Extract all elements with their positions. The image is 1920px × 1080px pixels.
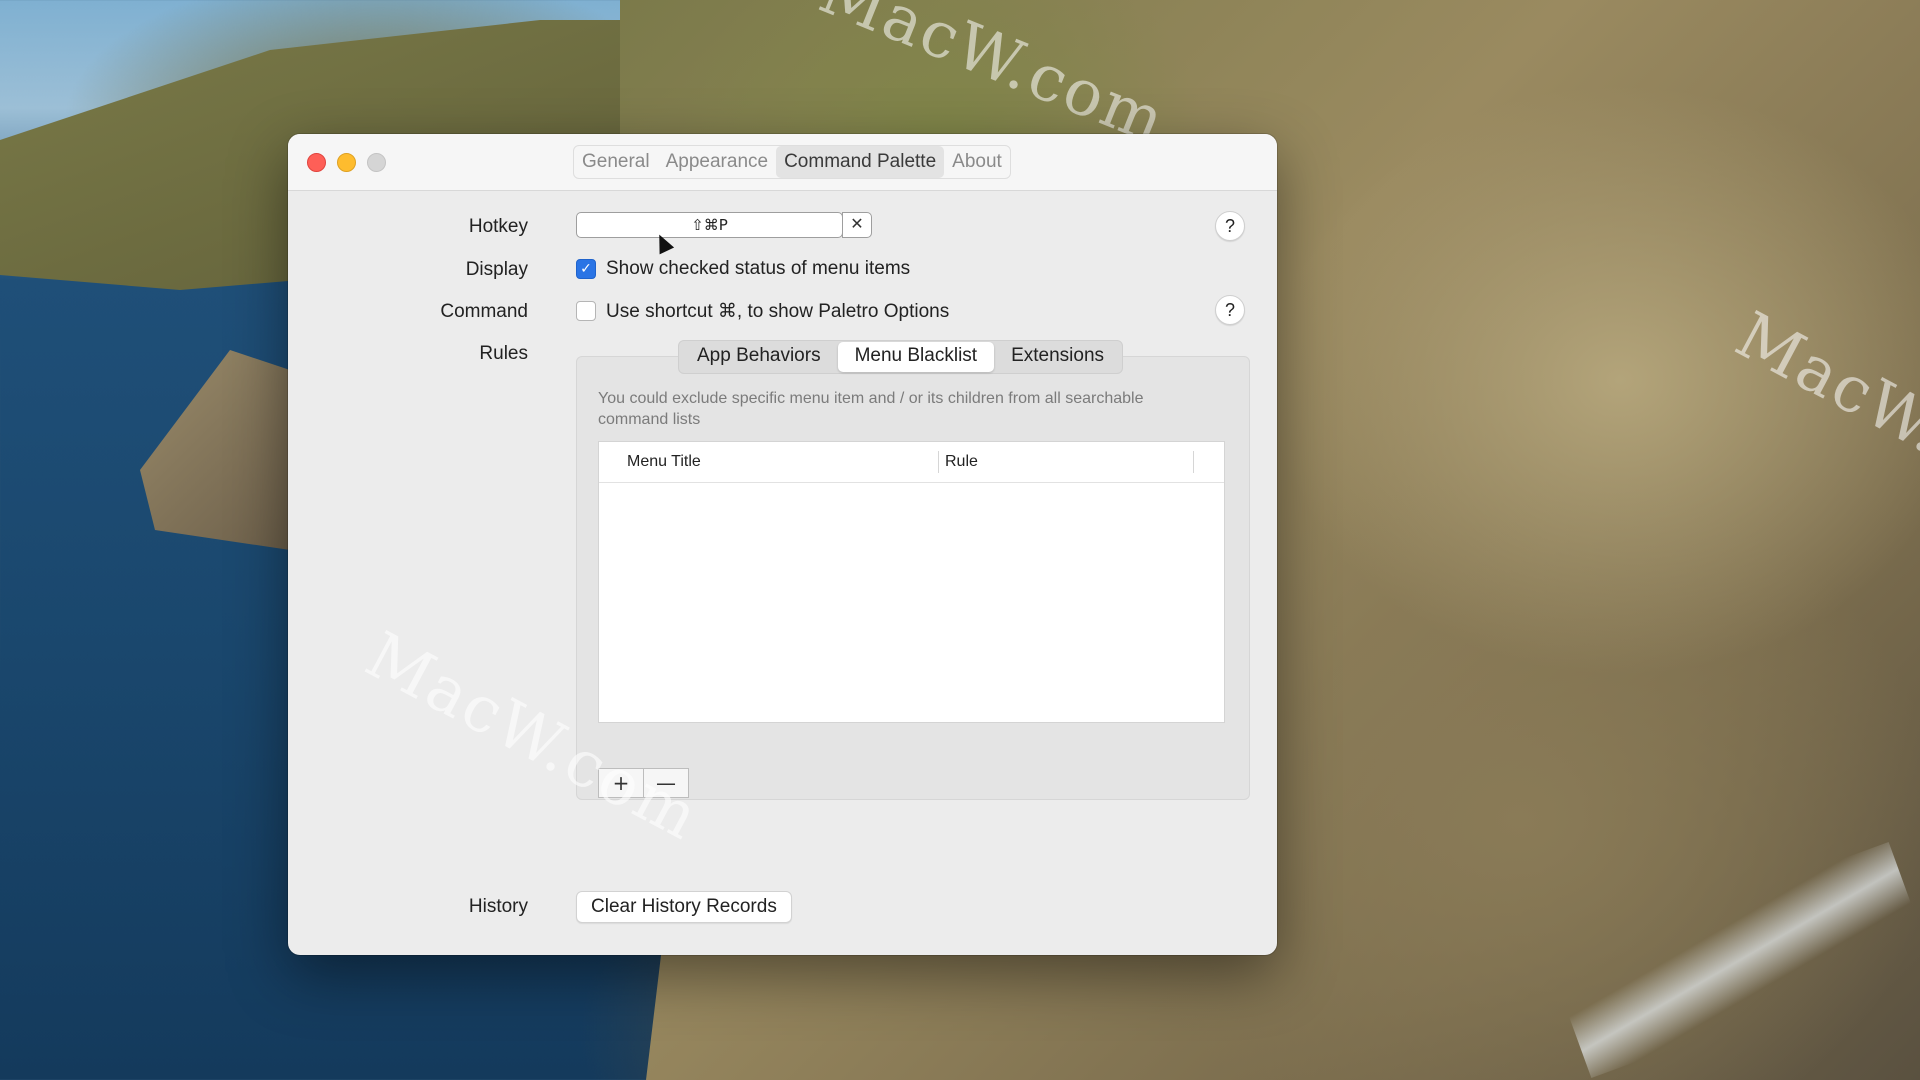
remove-rule-button[interactable]: —	[643, 768, 689, 798]
show-checked-status-checkbox[interactable]: ✓	[576, 259, 596, 279]
close-window-button[interactable]	[307, 153, 326, 172]
preferences-tab-bar: General Appearance Command Palette About	[573, 145, 1011, 179]
minimize-window-button[interactable]	[337, 153, 356, 172]
command-label: Command	[440, 301, 528, 322]
history-label: History	[468, 896, 528, 917]
desktop-wallpaper-cliff	[140, 350, 290, 550]
table-header: Menu Title Rule	[599, 442, 1224, 483]
column-divider[interactable]	[938, 451, 939, 473]
hotkey-recorder-field[interactable]: ⇧⌘P	[576, 212, 843, 238]
tab-about[interactable]: About	[944, 146, 1010, 178]
rules-tab-extensions[interactable]: Extensions	[994, 342, 1121, 372]
column-divider[interactable]	[1193, 451, 1194, 473]
preferences-window: General Appearance Command Palette About…	[288, 134, 1277, 955]
rules-label: Rules	[479, 343, 528, 364]
tab-general[interactable]: General	[574, 146, 658, 178]
rules-tab-menu-blacklist[interactable]: Menu Blacklist	[837, 342, 995, 372]
hotkey-label: Hotkey	[468, 216, 528, 237]
tab-appearance[interactable]: Appearance	[658, 146, 776, 178]
zoom-window-button	[367, 153, 386, 172]
menu-blacklist-table[interactable]: Menu Title Rule	[598, 441, 1225, 723]
title-bar: General Appearance Command Palette About	[288, 134, 1277, 191]
show-checked-status-label[interactable]: Show checked status of menu items	[606, 258, 910, 280]
rules-tab-app-behaviors[interactable]: App Behaviors	[680, 342, 838, 372]
column-header-menu-title[interactable]: Menu Title	[627, 442, 701, 482]
add-rule-button[interactable]: +	[598, 768, 644, 798]
tab-command-palette[interactable]: Command Palette	[776, 146, 945, 178]
help-button-command[interactable]: ?	[1215, 295, 1245, 325]
clear-history-button[interactable]: Clear History Records	[576, 891, 792, 923]
checkmark-icon: ✓	[580, 261, 592, 277]
column-header-rule[interactable]: Rule	[945, 442, 978, 482]
display-label: Display	[465, 259, 528, 280]
hotkey-clear-button[interactable]: ✕	[842, 212, 872, 238]
menu-blacklist-description: You could exclude specific menu item and…	[598, 390, 1144, 428]
help-button-hotkey[interactable]: ?	[1215, 211, 1245, 241]
rules-segmented-control: App Behaviors Menu Blacklist Extensions	[678, 340, 1124, 374]
use-shortcut-checkbox[interactable]	[576, 301, 596, 321]
use-shortcut-label[interactable]: Use shortcut ⌘, to show Paletro Options	[606, 300, 949, 323]
